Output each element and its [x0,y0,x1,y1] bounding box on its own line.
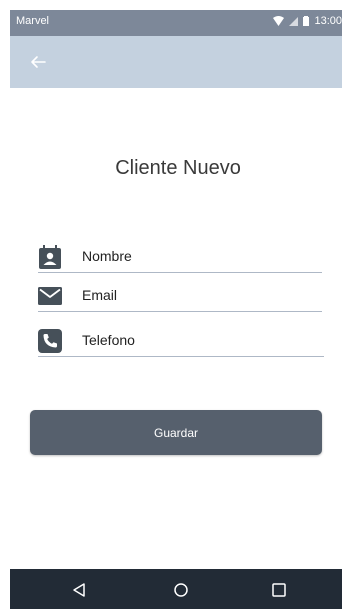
phone-underline [38,356,324,357]
arrow-left-icon [31,56,46,68]
status-bar: Marvel 13:00 [10,10,342,36]
battery-icon [303,16,310,26]
carrier-name: Marvel [16,15,50,27]
status-time: 13:00 [314,15,342,27]
status-icons: 13:00 [273,15,342,27]
email-field [38,280,322,312]
nav-recents-icon [272,583,286,597]
phone-icon [38,329,62,353]
wifi-icon [273,16,285,26]
nav-home-button[interactable] [170,579,192,601]
phone-input[interactable] [82,329,324,351]
back-button[interactable] [26,50,50,74]
nav-back-icon [73,583,85,597]
mail-icon [38,284,62,308]
name-input[interactable] [82,245,322,267]
nav-recents-button[interactable] [268,579,290,601]
phone-field [38,325,324,357]
name-field [38,241,322,273]
name-underline [38,272,322,273]
signal-icon [289,16,299,26]
page-title: Cliente Nuevo [115,157,241,179]
save-button[interactable]: Guardar [30,410,322,455]
nav-home-icon [174,583,188,597]
nav-back-button[interactable] [68,579,90,601]
contact-calendar-icon [38,245,62,269]
email-input[interactable] [82,284,322,306]
email-underline [38,311,322,312]
nav-bar [10,569,342,609]
app-bar [10,36,342,88]
